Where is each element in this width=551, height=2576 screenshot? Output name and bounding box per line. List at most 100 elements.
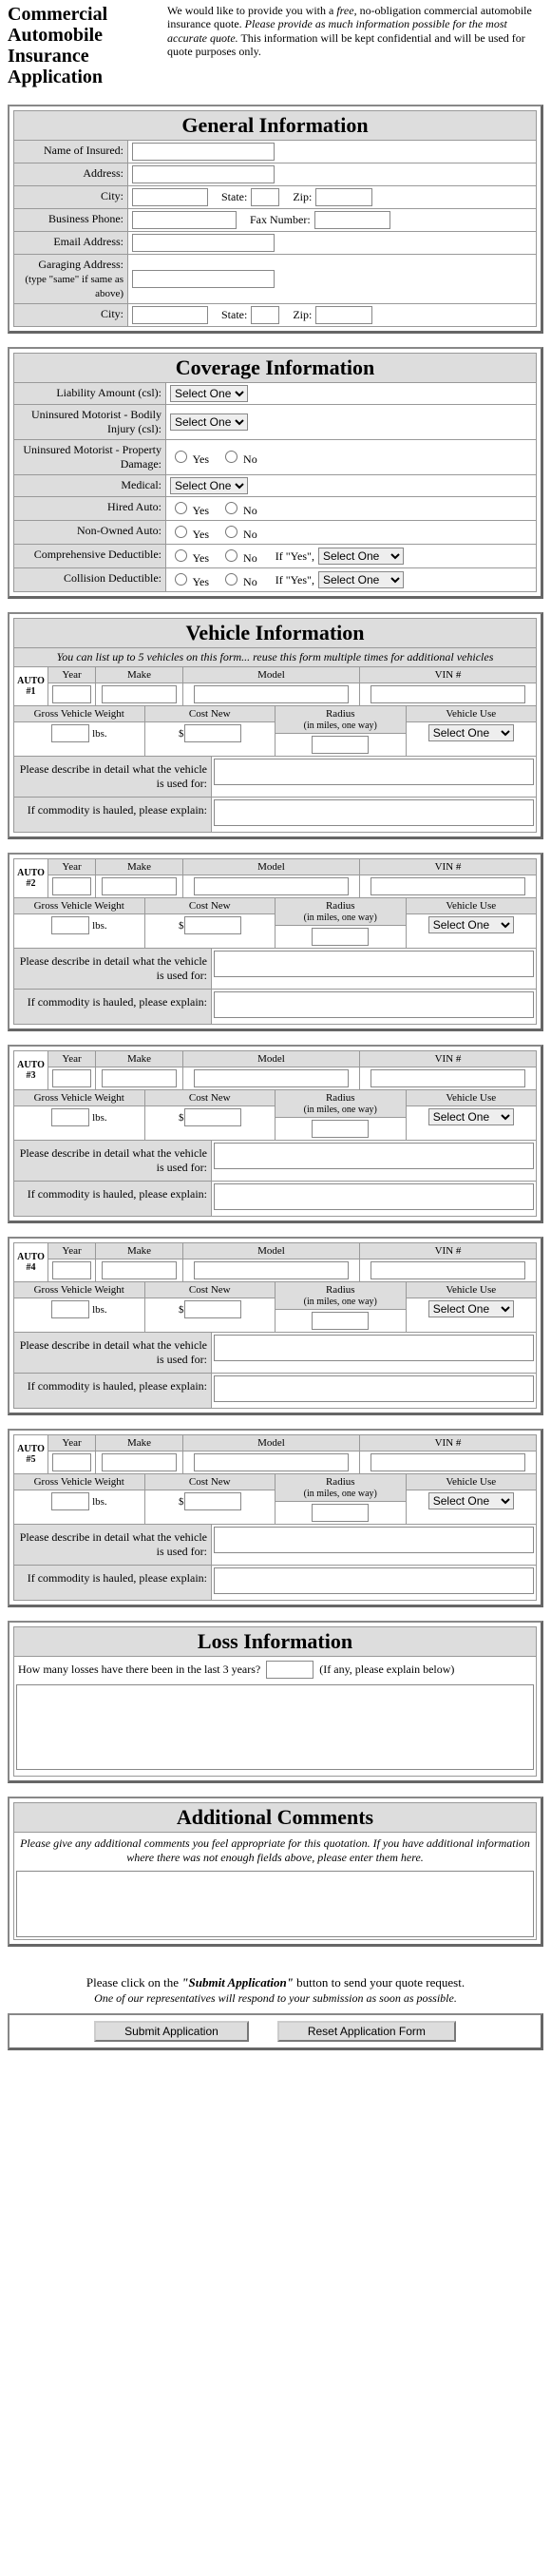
costnew-header: Cost New	[145, 1474, 276, 1490]
use-select-3[interactable]: Select One	[428, 1108, 514, 1125]
coll-select[interactable]: Select One	[318, 571, 404, 588]
make-header: Make	[96, 667, 182, 683]
state-input[interactable]	[251, 188, 279, 206]
radius-input-3[interactable]	[312, 1120, 369, 1138]
address-input[interactable]	[132, 165, 275, 183]
auto-badge-5: AUTO #5	[14, 1435, 48, 1473]
make-input-3[interactable]	[102, 1069, 176, 1087]
comp-no[interactable]	[225, 549, 238, 562]
describe-label: Please describe in detail what the vehic…	[14, 757, 212, 797]
comments-textarea[interactable]	[16, 1871, 534, 1937]
costnew-input-5[interactable]	[184, 1492, 241, 1510]
garage-input[interactable]	[132, 270, 275, 288]
year-header: Year	[48, 1243, 95, 1259]
bphone-input[interactable]	[132, 211, 237, 229]
hired-yes[interactable]	[175, 502, 187, 514]
loss-explain-textarea[interactable]	[16, 1684, 534, 1770]
fax-input[interactable]	[314, 211, 390, 229]
commodity-textarea-1[interactable]	[214, 799, 534, 826]
vehicle-note: You can list up to 5 vehicles on this fo…	[14, 648, 536, 667]
comp-yes[interactable]	[175, 549, 187, 562]
model-input-5[interactable]	[194, 1453, 349, 1471]
model-input-3[interactable]	[194, 1069, 349, 1087]
state-label: State:	[221, 190, 247, 204]
submit-button[interactable]: Submit Application	[94, 2021, 249, 2042]
email-label: Email Address:	[14, 232, 128, 254]
commodity-textarea-4[interactable]	[214, 1375, 534, 1402]
liability-select[interactable]: Select One	[170, 385, 248, 402]
radius-input-1[interactable]	[312, 736, 369, 754]
vin-input-1[interactable]	[370, 685, 525, 703]
commodity-textarea-2[interactable]	[214, 991, 534, 1018]
coverage-title: Coverage Information	[14, 354, 536, 383]
city2-input[interactable]	[132, 306, 208, 324]
year-input-1[interactable]	[52, 685, 91, 703]
uninsured-pd-no[interactable]	[225, 451, 238, 463]
zip2-input[interactable]	[315, 306, 372, 324]
model-input-4[interactable]	[194, 1261, 349, 1279]
use-select-2[interactable]: Select One	[428, 916, 514, 933]
gvw-input-4[interactable]	[51, 1300, 89, 1318]
coll-yes[interactable]	[175, 573, 187, 586]
gvw-input-5[interactable]	[51, 1492, 89, 1510]
state2-input[interactable]	[251, 306, 279, 324]
vin-input-3[interactable]	[370, 1069, 525, 1087]
gvw-input-1[interactable]	[51, 724, 89, 742]
nonowned-no[interactable]	[225, 526, 238, 538]
commodity-textarea-3[interactable]	[214, 1183, 534, 1210]
costnew-input-2[interactable]	[184, 916, 241, 934]
use-select-1[interactable]: Select One	[428, 724, 514, 741]
year-input-5[interactable]	[52, 1453, 91, 1471]
page-title: Commercial Automobile Insurance Applicat…	[8, 4, 160, 87]
model-input-1[interactable]	[194, 685, 349, 703]
coll-no[interactable]	[225, 573, 238, 586]
year-input-4[interactable]	[52, 1261, 91, 1279]
uninsured-bi-select[interactable]: Select One	[170, 413, 248, 431]
year-input-3[interactable]	[52, 1069, 91, 1087]
vin-input-2[interactable]	[370, 877, 525, 895]
describe-textarea-3[interactable]	[214, 1143, 534, 1169]
gvw-input-3[interactable]	[51, 1108, 89, 1126]
year-input-2[interactable]	[52, 877, 91, 895]
use-select-5[interactable]: Select One	[428, 1492, 514, 1509]
model-input-2[interactable]	[194, 877, 349, 895]
auto-badge-3: AUTO #3	[14, 1051, 48, 1089]
gvw-input-2[interactable]	[51, 916, 89, 934]
use-select-4[interactable]: Select One	[428, 1300, 514, 1317]
nonowned-yes[interactable]	[175, 526, 187, 538]
describe-textarea-2[interactable]	[214, 951, 534, 977]
model-header: Model	[183, 667, 359, 683]
commodity-label: If commodity is hauled, please explain:	[14, 1182, 212, 1216]
loss-question: How many losses have there been in the l…	[18, 1663, 260, 1676]
vin-input-4[interactable]	[370, 1261, 525, 1279]
make-input-5[interactable]	[102, 1453, 176, 1471]
loss-count-input[interactable]	[266, 1661, 314, 1679]
comp-select[interactable]: Select One	[318, 548, 404, 565]
costnew-input-4[interactable]	[184, 1300, 241, 1318]
describe-textarea-4[interactable]	[214, 1335, 534, 1361]
medical-select[interactable]: Select One	[170, 477, 248, 494]
make-input-4[interactable]	[102, 1261, 176, 1279]
gvw-header: Gross Vehicle Weight	[14, 898, 144, 914]
commodity-textarea-5[interactable]	[214, 1567, 534, 1594]
costnew-input-3[interactable]	[184, 1108, 241, 1126]
radius-input-2[interactable]	[312, 928, 369, 946]
name-input[interactable]	[132, 143, 275, 161]
describe-textarea-1[interactable]	[214, 759, 534, 785]
coll-ifyes: If "Yes",	[276, 573, 314, 587]
costnew-input-1[interactable]	[184, 724, 241, 742]
make-input-1[interactable]	[102, 685, 176, 703]
hired-no[interactable]	[225, 502, 238, 514]
describe-textarea-5[interactable]	[214, 1527, 534, 1553]
reset-button[interactable]: Reset Application Form	[277, 2021, 456, 2042]
uninsured-pd-yes[interactable]	[175, 451, 187, 463]
city-input[interactable]	[132, 188, 208, 206]
costnew-header: Cost New	[145, 1090, 276, 1106]
email-input[interactable]	[132, 234, 275, 252]
vin-input-5[interactable]	[370, 1453, 525, 1471]
zip-input[interactable]	[315, 188, 372, 206]
radius-input-5[interactable]	[312, 1504, 369, 1522]
make-input-2[interactable]	[102, 877, 176, 895]
loss-title: Loss Information	[14, 1627, 536, 1657]
radius-input-4[interactable]	[312, 1312, 369, 1330]
